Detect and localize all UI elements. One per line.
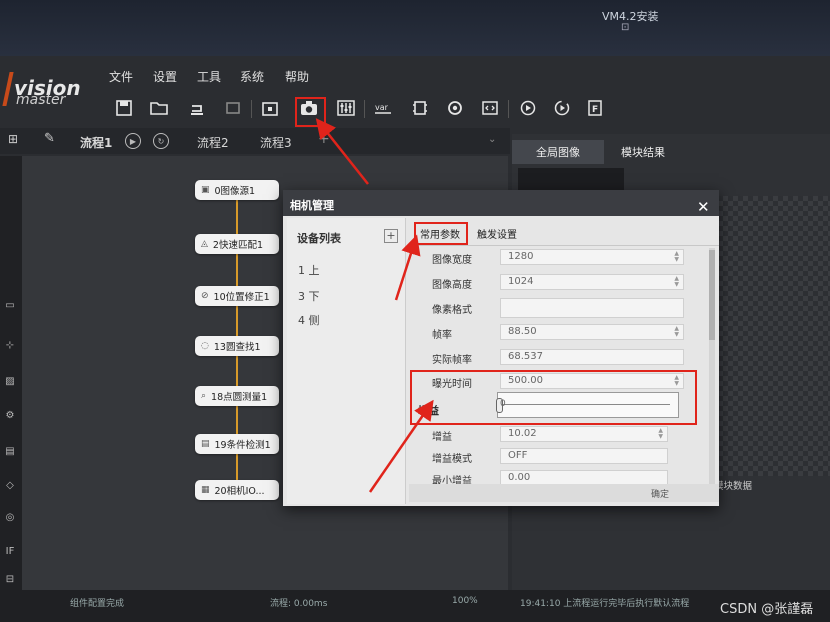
annotation-arrows [315, 118, 434, 493]
arrow-to-tab [394, 234, 421, 301]
arrow-to-camera [315, 118, 369, 185]
arrow-to-exposure [368, 399, 434, 493]
